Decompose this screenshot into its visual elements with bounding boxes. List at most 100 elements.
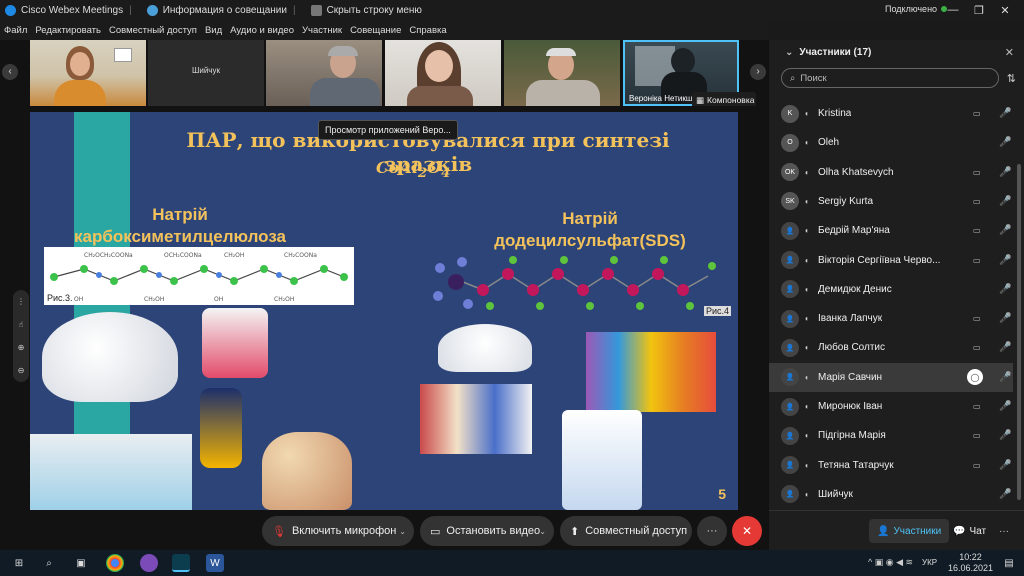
video-camera-icon: ▭ [973, 255, 981, 265]
more-options-button[interactable]: ··· [697, 516, 727, 546]
windows-start-icon[interactable]: ⊞ [10, 554, 28, 572]
avatar: K [781, 104, 799, 123]
mic-muted-icon[interactable]: 🎤 [999, 225, 1011, 236]
menu-participant[interactable]: Участник [302, 25, 342, 36]
video-button[interactable]: ▭ Остановить видео ⌄ [420, 516, 554, 546]
end-meeting-button[interactable]: ✕ [732, 516, 762, 546]
chevron-down-icon[interactable]: ⌄ [399, 527, 406, 536]
participant-row[interactable]: 👤 ◖ Тетяна Татарчук ▭ 🎤 [769, 451, 1013, 480]
notifications-icon[interactable]: ▤ [1000, 554, 1018, 572]
mic-muted-icon[interactable]: 🎤 [999, 489, 1011, 500]
mic-muted-icon[interactable]: 🎤 [999, 137, 1011, 148]
cmc-structure-image: CH₂OCH₂COONa OCH₂COONa CH₂OH CH₂COONa OH CH₂… [44, 247, 354, 305]
share-button[interactable]: ⬆ Совместный доступ [560, 516, 692, 546]
video-tile[interactable] [30, 40, 146, 106]
menu-bar: Файл Редактировать Совместный доступ Вид… [0, 20, 768, 40]
mic-muted-icon[interactable]: 🎤 [999, 313, 1011, 324]
tray-icons[interactable]: ^ ▣ ◉ ◀ ≋ [868, 557, 913, 568]
tab-participants[interactable]: 👤 Участники [869, 519, 950, 543]
panel-scrollbar[interactable] [1017, 164, 1021, 500]
taskbar: ⊞ ⌕ ▣ W ^ ▣ ◉ ◀ ≋ УКР 10:22 16.06.2021 ▤ [0, 550, 1024, 576]
close-icon[interactable]: ✕ [992, 4, 1018, 17]
task-view-icon[interactable]: ▣ [72, 554, 90, 572]
participant-row[interactable]: 👤 ◖ Бедрій Мар'яна ▭ 🎤 [769, 216, 1013, 245]
mic-muted-icon[interactable]: 🎤 [999, 255, 1011, 266]
shared-content-area: ПАР, що використовувалися при синтезі зр… [0, 106, 768, 510]
app-view-tooltip[interactable]: Просмотр приложений Веро... [318, 120, 458, 140]
mic-muted-icon[interactable]: 🎤 [999, 284, 1011, 295]
menu-audio-video[interactable]: Аудио и видео [230, 25, 294, 36]
close-icon[interactable]: ✕ [1005, 46, 1014, 59]
mic-muted-icon[interactable]: 🎤 [999, 167, 1011, 178]
sort-icon[interactable]: ⇅ [1007, 72, 1016, 85]
mic-muted-icon[interactable]: 🎤 [999, 372, 1011, 383]
menu-edit[interactable]: Редактировать [35, 25, 101, 36]
participant-row[interactable]: 👤 ◖ Марія Савчин ◯ 🎤 [769, 362, 1013, 392]
word-icon[interactable]: W [206, 554, 224, 572]
mic-icon: ◖ [804, 138, 809, 148]
svg-text:CH₂OH: CH₂OH [224, 252, 244, 259]
language-indicator[interactable]: УКР [922, 558, 937, 567]
avatar-person-icon: 👤 [781, 485, 799, 504]
pointer-icon[interactable]: ☝ [19, 320, 24, 329]
meeting-info-button[interactable]: Информация о совещании | [142, 4, 296, 16]
menu-file[interactable]: Файл [4, 25, 27, 36]
menu-meeting[interactable]: Совещание [350, 25, 401, 36]
zoom-in-icon[interactable]: ⊕ [18, 343, 25, 352]
webex-taskbar-icon[interactable] [172, 554, 190, 572]
participant-row[interactable]: SK ◖ Sergiy Kurta ▭ 🎤 [769, 187, 1013, 216]
collapse-icon[interactable]: ⌄ [785, 47, 793, 58]
clock[interactable]: 10:22 16.06.2021 [948, 552, 993, 574]
slide-formula: CoAl2O4 [376, 158, 451, 182]
maximize-icon[interactable]: ❐ [966, 4, 992, 17]
mic-muted-icon[interactable]: 🎤 [999, 108, 1011, 119]
participant-row[interactable]: 👤 ◖ Демидюк Денис 🎤 [769, 275, 1013, 304]
layout-icon: ▦ [696, 94, 705, 105]
participant-row[interactable]: 👤 ◖ Шийчук 🎤 [769, 480, 1013, 509]
participant-row[interactable]: 👤 ◖ Підгірна Марія ▭ 🎤 [769, 421, 1013, 450]
mic-icon: ◖ [804, 460, 809, 470]
drag-handle-icon[interactable]: ⋮ [17, 297, 25, 306]
minimize-icon[interactable]: — [940, 4, 966, 16]
viber-icon[interactable] [140, 554, 158, 572]
participant-row[interactable]: O ◖ Oleh 🎤 [769, 128, 1013, 157]
mic-button[interactable]: 🎙 Включить микрофон ⌄ [262, 516, 414, 546]
menu-share[interactable]: Совместный доступ [109, 25, 197, 36]
chat-icon: 💬 [953, 525, 966, 537]
panel-more-button[interactable]: ··· [991, 519, 1017, 543]
participant-row[interactable]: K ◖ Kristina ▭ 🎤 [769, 99, 1013, 128]
participant-row[interactable]: 👤 ◖ Іванка Лапчук ▭ 🎤 [769, 304, 1013, 333]
participant-row[interactable]: OK ◖ Olha Khatsevych ▭ 🎤 [769, 158, 1013, 187]
search-input[interactable]: ⌕ Поиск [781, 68, 999, 88]
tab-chat[interactable]: 💬 Чат [945, 519, 994, 543]
participant-name: Тетяна Татарчук [818, 459, 894, 471]
presentation-slide: ПАР, що використовувалися при синтезі зр… [30, 112, 738, 510]
video-tile[interactable] [504, 40, 620, 106]
video-camera-icon: ▭ [973, 196, 981, 206]
participant-row[interactable]: 👤 ◖ Любов Солтис ▭ 🎤 [769, 333, 1013, 362]
hide-menu-button[interactable]: Скрыть строку меню [306, 4, 422, 16]
mic-muted-icon[interactable]: 🎤 [999, 196, 1011, 207]
mic-muted-icon[interactable]: 🎤 [999, 430, 1011, 441]
participant-row[interactable]: 👤 ◖ Миронюк Іван ▭ 🎤 [769, 392, 1013, 421]
connection-status: Подключено [885, 4, 948, 14]
participant-name: Kristina [818, 108, 852, 119]
mic-muted-icon: 🎙 [272, 525, 286, 538]
strip-prev-icon[interactable]: ‹ [2, 64, 18, 80]
participant-row[interactable]: 👤 ◖ Вікторія Сергіївна Черво... ▭ 🎤 [769, 246, 1013, 275]
video-tile[interactable]: Шийчук [148, 40, 264, 106]
video-tile[interactable] [266, 40, 382, 106]
video-tile[interactable] [385, 40, 501, 106]
menu-view[interactable]: Вид [205, 25, 222, 36]
chrome-icon[interactable] [106, 554, 124, 572]
mic-muted-icon[interactable]: 🎤 [999, 342, 1011, 353]
zoom-out-icon[interactable]: ⊖ [18, 366, 25, 375]
chat-bubble-icon[interactable]: ◯ [967, 369, 983, 386]
strip-next-icon[interactable]: › [750, 64, 766, 80]
mic-muted-icon[interactable]: 🎤 [999, 401, 1011, 412]
chevron-down-icon[interactable]: ⌄ [539, 527, 546, 536]
avatar-person-icon: 👤 [781, 309, 799, 328]
mic-muted-icon[interactable]: 🎤 [999, 460, 1011, 471]
search-icon[interactable]: ⌕ [40, 554, 58, 572]
menu-help[interactable]: Справка [409, 25, 446, 36]
